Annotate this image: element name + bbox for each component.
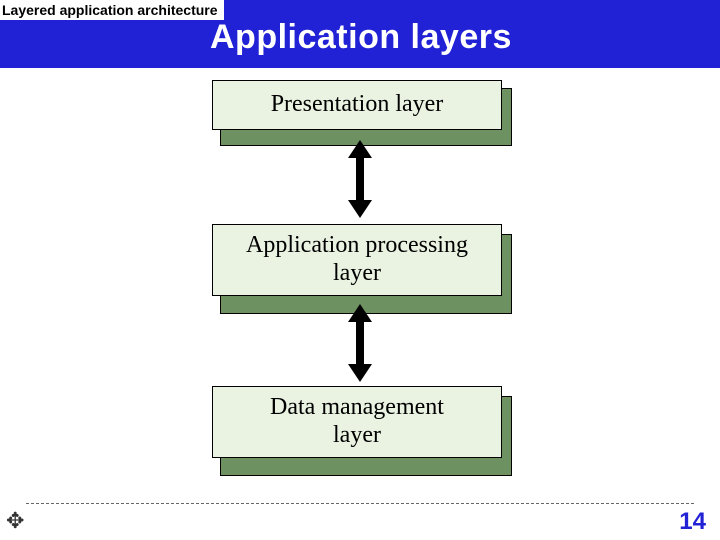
layer-label: Data management	[270, 394, 444, 422]
footer-divider	[26, 503, 694, 504]
bidirectional-arrow-icon	[356, 320, 364, 366]
layer-label: layer	[333, 422, 381, 450]
page-title: Application layers	[210, 18, 512, 57]
title-band: Layered application architecture Applica…	[0, 0, 720, 68]
layer-label: Application processing	[246, 232, 468, 260]
layer-data-management: Data management layer	[212, 386, 502, 458]
layer-application-processing: Application processing layer	[212, 224, 502, 296]
layer-presentation: Presentation layer	[212, 80, 502, 130]
page-number: 14	[679, 508, 706, 536]
breadcrumb: Layered application architecture	[0, 0, 224, 20]
bidirectional-arrow-icon	[356, 156, 364, 202]
layer-label: layer	[333, 260, 381, 288]
layer-label: Presentation layer	[271, 91, 444, 119]
move-cursor-icon: ✥	[6, 508, 24, 534]
architecture-diagram: Presentation layer Application processin…	[0, 68, 720, 498]
